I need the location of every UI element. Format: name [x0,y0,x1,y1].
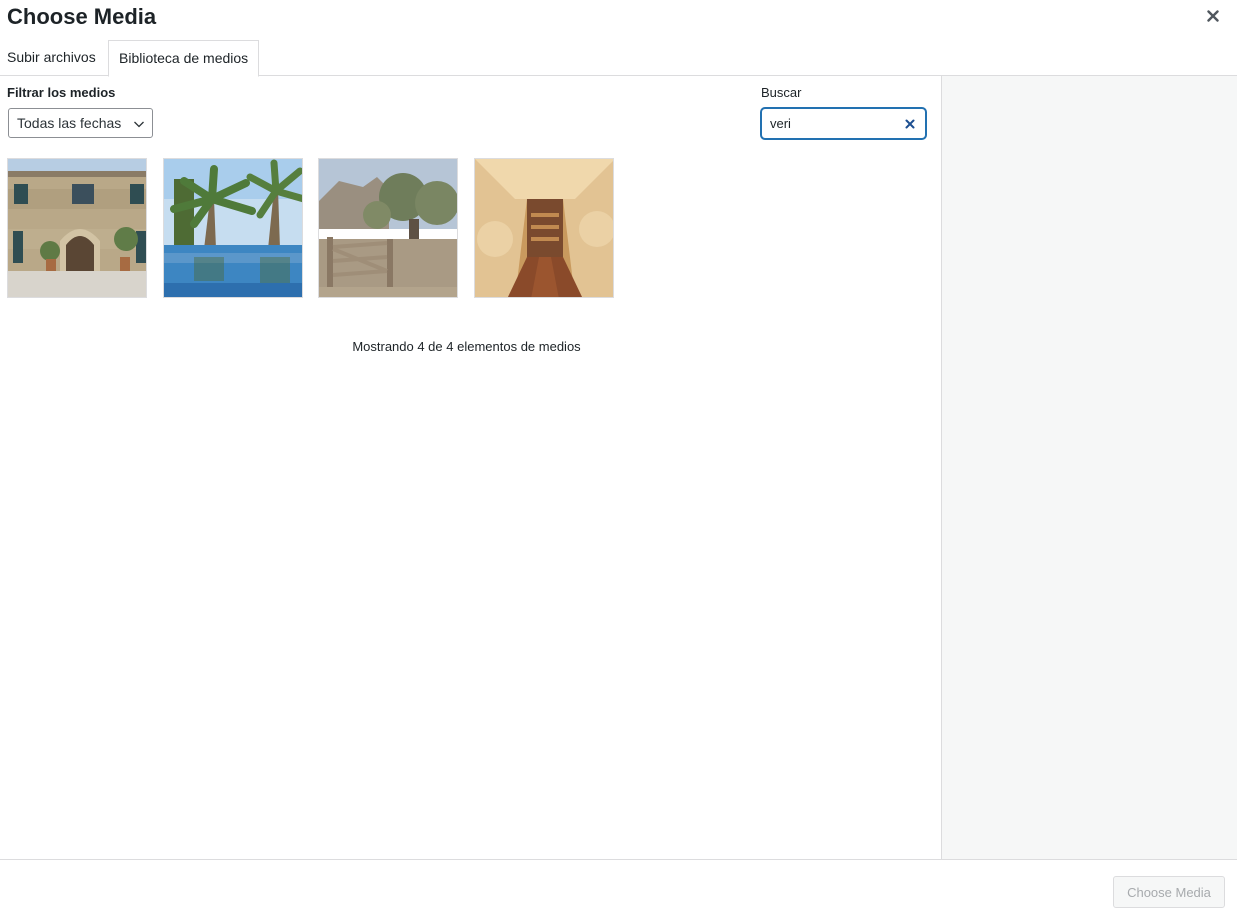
close-button[interactable] [1203,6,1223,26]
media-item-olive-grove[interactable] [318,158,458,298]
media-item-palm-pool[interactable] [163,158,303,298]
search-field [761,108,926,139]
media-tabs: Subir archivos Biblioteca de medios [0,40,1237,77]
wine-cellar-thumbnail [475,159,613,297]
modal-footer: Choose Media [0,859,1237,909]
media-item-stone-house[interactable] [7,158,147,298]
media-count: Mostrando 4 de 4 elementos de medios [352,339,581,354]
media-library-content: Filtrar los medios Todas las fechas Busc… [0,77,941,859]
tab-media-library[interactable]: Biblioteca de medios [108,40,260,77]
modal-title: Choose Media [7,4,157,29]
olive-grove-thumbnail [319,159,457,297]
date-filter-select[interactable]: Todas las fechas [8,108,153,138]
palm-pool-thumbnail [164,159,302,297]
chevron-down-icon [134,121,144,128]
media-modal: Choose Media Subir archivos Biblioteca d… [0,0,1237,909]
close-icon [1207,10,1219,22]
choose-media-button[interactable]: Choose Media [1113,876,1225,908]
search-label: Buscar [761,85,802,100]
attachment-details-sidebar [941,76,1237,859]
date-filter-value: Todas las fechas [17,115,122,131]
filter-label: Filtrar los medios [7,85,116,100]
search-input[interactable] [762,109,897,138]
media-item-wine-cellar[interactable] [474,158,614,298]
stone-house-thumbnail [8,159,146,297]
clear-search-icon[interactable] [904,118,916,130]
tab-upload-files[interactable]: Subir archivos [7,40,96,76]
